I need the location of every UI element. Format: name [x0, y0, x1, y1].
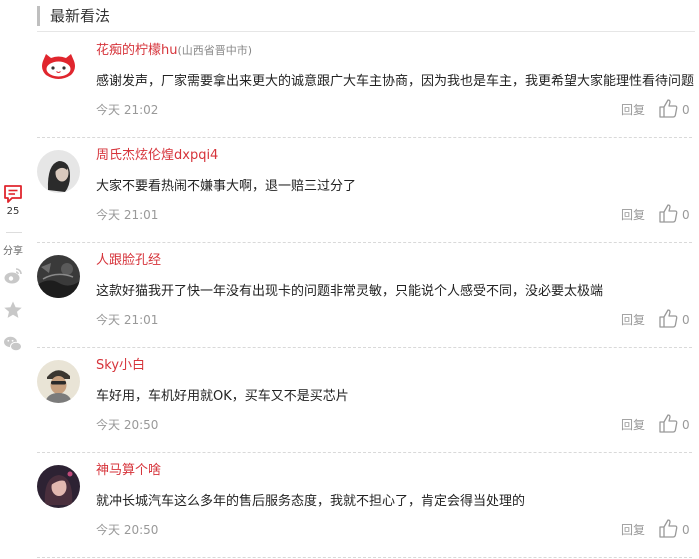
like-button[interactable]: 0 [658, 413, 694, 435]
thumbs-up-icon [659, 99, 678, 118]
user-photo-icon [37, 150, 80, 193]
avatar[interactable] [37, 150, 80, 193]
avatar[interactable] [37, 465, 80, 508]
wechat-icon[interactable] [3, 334, 23, 354]
comment-time: 今天 21:02 [96, 103, 159, 117]
comment-time: 今天 21:01 [96, 208, 159, 222]
comment-time: 今天 20:50 [96, 523, 159, 537]
section-title: 最新看法 [37, 6, 110, 26]
comment-count: 25 [6, 206, 20, 217]
username[interactable]: 周氏杰炫伦煌dxpqi4 [96, 147, 218, 165]
like-button[interactable]: 0 [658, 308, 694, 330]
username[interactable]: 人跟脸孔经 [96, 252, 161, 270]
reply-button[interactable]: 回复 [621, 207, 645, 223]
comment-text: 就冲长城汽车这么多年的售后服务态度，我就不担心了，肯定会得当处理的 [96, 494, 526, 509]
thumbs-up-icon [659, 309, 678, 328]
reply-button[interactable]: 回复 [621, 102, 645, 118]
user-photo-icon [37, 255, 80, 298]
comment-item: 花痴的柠檬hu(山西省晋中市) 感谢发声，厂家需要拿出来更大的诚意跟广大车主协商… [37, 32, 695, 138]
comment-text: 感谢发声，厂家需要拿出来更大的诚意跟广大车主协商，因为我也是车主，我更希望大家能… [96, 74, 695, 89]
comment-time: 今天 20:50 [96, 418, 159, 432]
comment-item: 神马算个啥 就冲长城汽车这么多年的售后服务态度，我就不担心了，肯定会得当处理的 … [37, 452, 692, 558]
share-label: 分享 [3, 246, 23, 257]
thumbs-up-icon [659, 204, 678, 223]
like-count: 0 [682, 208, 690, 222]
like-button[interactable]: 0 [658, 518, 694, 540]
avatar[interactable] [37, 255, 80, 298]
side-divider [6, 232, 22, 233]
reply-button[interactable]: 回复 [621, 522, 645, 538]
like-button[interactable]: 0 [658, 98, 694, 120]
comment-text: 这款好猫我开了快一年没有出现卡的问题非常灵敏，只能说个人感受不同，没必要太极端 [96, 284, 604, 299]
thumbs-up-icon [659, 414, 678, 433]
comment-item: Sky小白 车好用，车机好用就OK，买车又不是买芯片 今天 20:50 回复 0 [37, 347, 692, 453]
username[interactable]: 花痴的柠檬hu(山西省晋中市) [96, 42, 252, 60]
like-count: 0 [682, 313, 690, 327]
user-photo-icon [37, 465, 80, 508]
like-count: 0 [682, 523, 690, 537]
user-location: (山西省晋中市) [177, 44, 253, 57]
like-count: 0 [682, 103, 690, 117]
user-photo-icon [37, 360, 80, 403]
avatar[interactable] [37, 45, 80, 88]
comment-text: 车好用，车机好用就OK，买车又不是买芯片 [96, 389, 349, 404]
comment-count-button[interactable]: 25 [0, 180, 26, 217]
comment-item: 人跟脸孔经 这款好猫我开了快一年没有出现卡的问题非常灵敏，只能说个人感受不同，没… [37, 242, 692, 348]
reply-button[interactable]: 回复 [621, 417, 645, 433]
comment-item: 周氏杰炫伦煌dxpqi4 大家不要看热闹不嫌事大啊，退一赔三过分了 今天 21:… [37, 137, 692, 243]
username[interactable]: Sky小白 [96, 357, 145, 375]
avatar[interactable] [37, 360, 80, 403]
weibo-icon[interactable] [3, 266, 23, 286]
star-icon[interactable] [3, 300, 23, 320]
reply-button[interactable]: 回复 [621, 312, 645, 328]
cat-avatar-icon [37, 45, 80, 88]
like-button[interactable]: 0 [658, 203, 694, 225]
comment-icon [4, 185, 22, 203]
username[interactable]: 神马算个啥 [96, 462, 161, 480]
comment-text: 大家不要看热闹不嫌事大啊，退一赔三过分了 [96, 179, 357, 194]
thumbs-up-icon [659, 519, 678, 538]
comment-time: 今天 21:01 [96, 313, 159, 327]
like-count: 0 [682, 418, 690, 432]
